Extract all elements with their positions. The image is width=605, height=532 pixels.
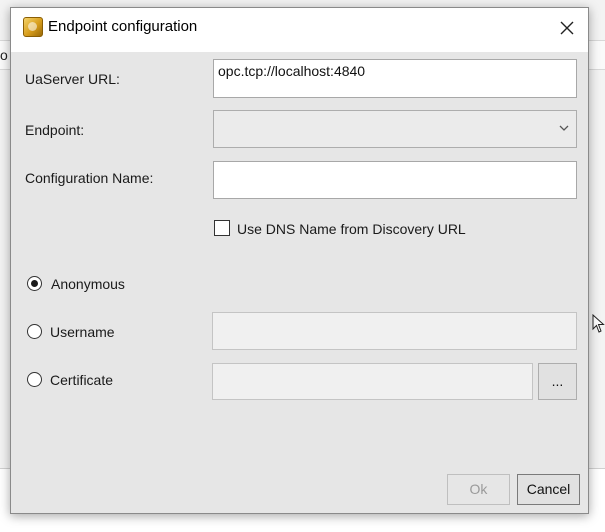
certificate-radio[interactable] <box>27 372 42 387</box>
anonymous-label[interactable]: Anonymous <box>51 276 125 292</box>
background-text: o <box>0 47 8 63</box>
use-dns-label[interactable]: Use DNS Name from Discovery URL <box>237 221 466 237</box>
uaserver-url-label: UaServer URL: <box>25 71 120 87</box>
certificate-browse-button[interactable]: ... <box>538 363 577 400</box>
dialog-title: Endpoint configuration <box>48 18 198 35</box>
configuration-name-label: Configuration Name: <box>25 170 154 186</box>
app-icon <box>23 17 43 37</box>
certificate-label[interactable]: Certificate <box>50 372 113 388</box>
dialog-titlebar: Endpoint configuration <box>11 8 588 52</box>
configuration-name-input[interactable] <box>213 161 577 199</box>
cancel-button[interactable]: Cancel <box>517 474 580 505</box>
use-dns-checkbox[interactable] <box>214 220 230 236</box>
uaserver-url-input[interactable]: opc.tcp://localhost:4840 <box>213 59 577 98</box>
ok-button[interactable]: Ok <box>447 474 510 505</box>
mouse-cursor-icon <box>592 314 605 333</box>
anonymous-radio[interactable] <box>27 276 42 291</box>
certificate-input[interactable] <box>212 363 533 400</box>
chevron-down-icon <box>559 125 569 131</box>
endpoint-dropdown[interactable] <box>213 110 577 148</box>
close-icon <box>560 21 574 35</box>
username-label[interactable]: Username <box>50 324 115 340</box>
close-button[interactable] <box>549 12 585 44</box>
endpoint-label: Endpoint: <box>25 122 85 138</box>
username-input[interactable] <box>212 312 577 350</box>
username-radio[interactable] <box>27 324 42 339</box>
endpoint-configuration-dialog: Endpoint configuration UaServer URL: opc… <box>10 7 589 514</box>
